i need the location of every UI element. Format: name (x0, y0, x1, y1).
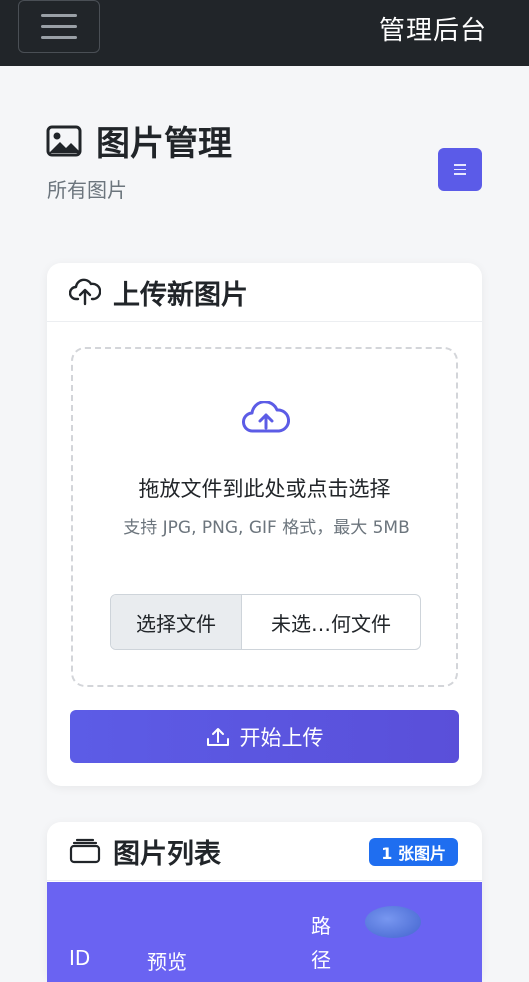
tray-icon (69, 838, 101, 864)
upload-card-title: 上传新图片 (113, 279, 248, 311)
dropzone-hint: 支持 JPG, PNG, GIF 格式，最大 5MB (123, 518, 410, 538)
cloud-upload-icon (242, 401, 290, 433)
list-icon-line (454, 164, 466, 166)
column-header-path[interactable]: 路径 (311, 909, 335, 977)
navbar-brand[interactable]: 管理后台 (379, 10, 487, 47)
menu-icon-line (41, 25, 77, 28)
navbar-toggle-button[interactable] (18, 0, 100, 53)
page-title-text: 图片管理 (96, 124, 232, 164)
column-header-id[interactable]: ID (69, 946, 90, 970)
cloud-upload-icon (69, 278, 101, 306)
choose-file-button[interactable]: 选择文件 (111, 595, 242, 649)
start-upload-button[interactable]: 开始上传 (70, 710, 459, 763)
image-list-title: 图片列表 (113, 838, 221, 870)
upload-card-header: 上传新图片 (47, 263, 482, 322)
top-navbar: 管理后台 (0, 0, 529, 66)
image-icon (46, 125, 82, 156)
floating-assistant-bubble[interactable] (365, 906, 421, 938)
upload-card: 上传新图片 拖放文件到此处或点击选择 支持 JPG, PNG, GIF 格式，最… (47, 263, 482, 786)
menu-icon-line (41, 14, 77, 17)
file-dropzone[interactable]: 拖放文件到此处或点击选择 支持 JPG, PNG, GIF 格式，最大 5MB … (71, 347, 458, 687)
table-header: ID 预览 路径 (47, 882, 482, 982)
page-subtitle: 所有图片 (47, 178, 127, 202)
menu-icon-line (41, 36, 77, 39)
file-input[interactable]: 选择文件 未选…何文件 (110, 594, 421, 650)
column-header-preview[interactable]: 预览 (147, 946, 187, 975)
upload-icon (206, 727, 229, 746)
list-icon-line (454, 173, 466, 175)
list-icon-line (454, 168, 466, 171)
image-list-card: 图片列表 1 张图片 ID 预览 路径 (47, 822, 482, 982)
dropzone-title: 拖放文件到此处或点击选择 (138, 477, 391, 501)
page-title: 图片管理 (46, 116, 232, 165)
list-menu-button[interactable] (438, 148, 482, 191)
start-upload-label: 开始上传 (239, 725, 324, 750)
file-status-text: 未选…何文件 (271, 611, 391, 636)
image-count-badge: 1 张图片 (369, 838, 458, 866)
